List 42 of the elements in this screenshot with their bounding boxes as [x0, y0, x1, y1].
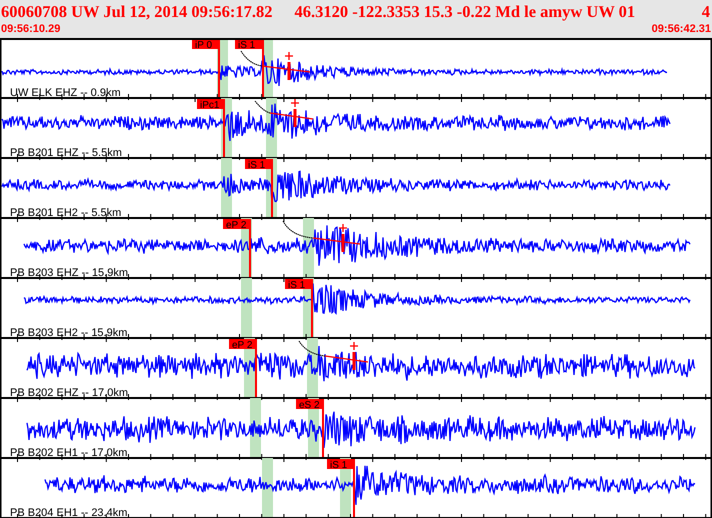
pick-flag[interactable]: iS 1	[245, 159, 272, 171]
coda-line	[324, 355, 368, 363]
pick-line	[311, 279, 313, 338]
station-label: PB B202 EH1 -- 17.0km	[10, 447, 128, 459]
pick-line	[322, 399, 324, 458]
pick-window-band	[241, 278, 252, 338]
end-time: 09:56:42.31	[652, 24, 711, 37]
station-label: PB B203 EH2 -- 15.9km	[10, 327, 128, 339]
envelope-curve	[298, 340, 326, 356]
pick-flag[interactable]: eP 2	[229, 339, 256, 351]
pick-line	[249, 219, 251, 278]
event-title: 60060708 UW Jul 12, 2014 09:56:17.82	[1, 4, 272, 20]
event-location: 46.3120 -122.3353 15.3 -0.22 Md le amyw UW 01	[294, 4, 636, 20]
station-label: PB B202 EHZ -- 17.0km	[10, 387, 128, 399]
station-label: PB B203 EHZ -- 15.9km	[10, 267, 128, 279]
pick-line	[271, 159, 273, 218]
pick-flag[interactable]: iS 1	[285, 279, 312, 291]
coda-line	[262, 65, 310, 73]
pick-flag[interactable]: iS 1	[327, 459, 354, 471]
event-count: 4	[702, 4, 710, 20]
coda-marker-icon	[349, 341, 359, 370]
coda-marker-icon	[290, 98, 300, 127]
station-label: UW ELK EHZ -- 0.9km	[10, 87, 121, 99]
coda-marker-icon	[284, 51, 294, 80]
pick-flag[interactable]: iS 1	[235, 39, 263, 51]
envelope-curve	[240, 50, 262, 66]
pick-flag[interactable]: iP 0	[192, 39, 219, 51]
station-label: PB B201 EH2 -- 5.5km	[10, 207, 122, 219]
pick-flag[interactable]: eP 2	[223, 219, 250, 231]
station-label: PB B204 EH1 -- 23.4km	[10, 507, 128, 518]
start-time: 09:56:10.29	[1, 24, 60, 37]
coda-marker-icon	[338, 223, 348, 252]
pick-line	[255, 339, 257, 398]
pick-line	[223, 99, 225, 158]
coda-line	[312, 237, 360, 245]
pick-flag[interactable]: iPc1	[197, 99, 224, 111]
pick-window-band	[262, 458, 273, 518]
station-label: PB B201 EHZ -- 5.5km	[10, 147, 122, 159]
envelope-curve	[254, 100, 270, 114]
pick-flag[interactable]: eS 2	[296, 399, 323, 411]
coda-line	[270, 112, 314, 120]
pick-line	[353, 459, 355, 518]
